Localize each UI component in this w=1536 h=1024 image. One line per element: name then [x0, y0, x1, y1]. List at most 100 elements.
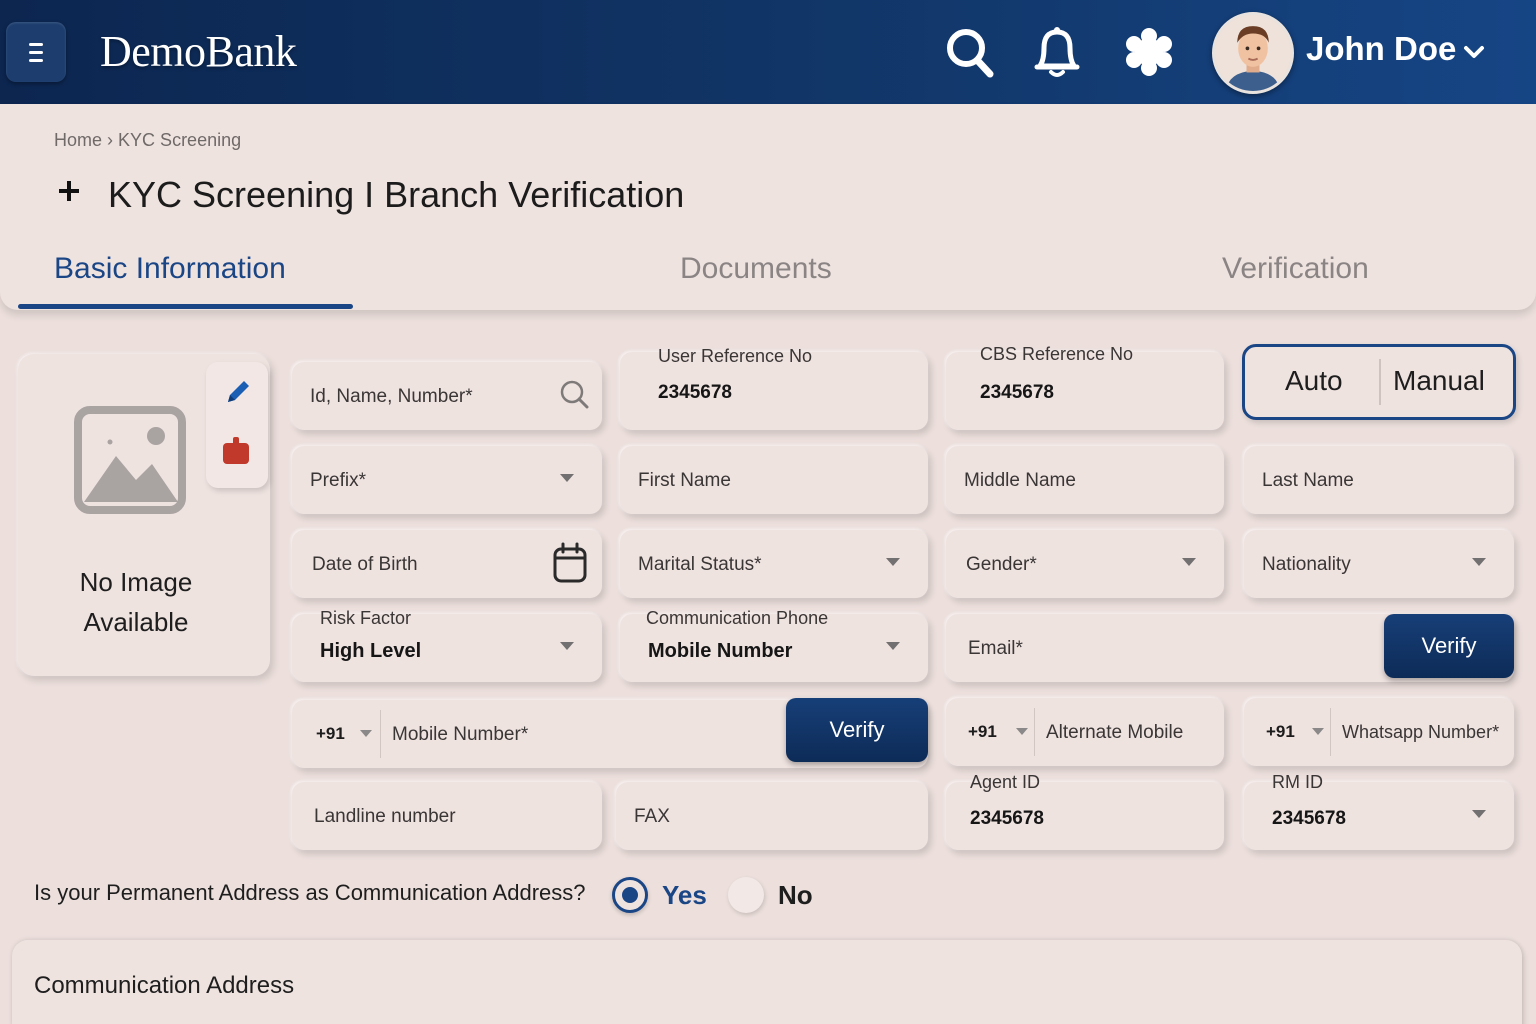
toggle-divider [1379, 359, 1381, 405]
risk-factor-value: High Level [320, 640, 422, 662]
communication-address-title: Communication Address [34, 972, 295, 999]
divider [1330, 708, 1331, 756]
first-name-input[interactable]: First Name [620, 446, 928, 514]
user-reference-field[interactable]: User Reference No 2345678 [620, 346, 928, 430]
search-icon[interactable] [558, 378, 590, 410]
dropdown-caret-icon [886, 642, 900, 650]
search-input[interactable]: Id, Name, Number* [292, 362, 602, 430]
divider [1034, 708, 1035, 756]
nationality-placeholder: Nationality [1262, 554, 1351, 575]
user-avatar[interactable] [1212, 12, 1294, 94]
toggle-auto[interactable]: Auto [1285, 365, 1343, 397]
last-name-placeholder: Last Name [1262, 470, 1354, 491]
fax-input[interactable]: FAX [616, 782, 928, 850]
marital-status-placeholder: Marital Status* [638, 554, 762, 575]
brand-logo: DemoBank [100, 27, 297, 76]
gear-icon[interactable] [1122, 24, 1176, 80]
no-image-text: No Image Available [18, 562, 254, 642]
tab-verification[interactable]: Verification [1222, 252, 1369, 286]
communication-phone-value: Mobile Number [648, 640, 793, 662]
radio-yes-label[interactable]: Yes [662, 880, 707, 911]
trash-icon[interactable] [220, 434, 252, 466]
email-placeholder: Email* [968, 638, 1023, 659]
rm-id-select[interactable]: RM ID 2345678 [1244, 772, 1514, 850]
middle-name-input[interactable]: Middle Name [946, 446, 1224, 514]
radio-no[interactable] [728, 877, 764, 913]
dropdown-caret-icon[interactable] [1016, 728, 1028, 735]
last-name-input[interactable]: Last Name [1244, 446, 1514, 514]
cbs-reference-value: 2345678 [980, 382, 1054, 403]
divider [380, 710, 381, 758]
no-image-line: No Image [79, 567, 193, 597]
country-code[interactable]: +91 [968, 722, 997, 742]
whatsapp-number-input[interactable]: +91 Whatsapp Number* [1244, 698, 1514, 766]
communication-phone-select[interactable]: Communication Phone Mobile Number [620, 608, 928, 682]
page-title: KYC Screening I Branch Verification [108, 174, 685, 215]
fax-placeholder: FAX [634, 806, 670, 827]
risk-factor-select[interactable]: Risk Factor High Level [292, 608, 602, 682]
cbs-reference-field[interactable]: CBS Reference No 2345678 [946, 344, 1224, 430]
middle-name-placeholder: Middle Name [964, 470, 1076, 491]
pencil-icon[interactable] [222, 376, 254, 408]
toggle-manual[interactable]: Manual [1393, 365, 1485, 397]
tab-documents[interactable]: Documents [680, 252, 832, 286]
top-bar: DemoBank John Doe [0, 0, 1536, 104]
no-image-line: Available [83, 607, 189, 637]
breadcrumb: Home › KYC Screening [54, 130, 241, 151]
search-placeholder: Id, Name, Number* [310, 386, 473, 407]
alternate-mobile-placeholder: Alternate Mobile [1046, 722, 1184, 743]
verify-email-button[interactable]: Verify [1384, 614, 1514, 678]
dropdown-caret-icon [886, 558, 900, 566]
bell-icon[interactable] [1030, 24, 1084, 80]
agent-id-field[interactable]: Agent ID 2345678 [946, 772, 1224, 850]
agent-id-label: Agent ID [970, 772, 1041, 792]
breadcrumb-home[interactable]: Home [54, 130, 102, 150]
prefix-select[interactable]: Prefix* [292, 446, 602, 514]
menu-line [29, 42, 43, 46]
rm-id-label: RM ID [1272, 772, 1323, 792]
nationality-select[interactable]: Nationality [1244, 530, 1514, 598]
menu-line [29, 50, 43, 54]
breadcrumb-separator: › [107, 130, 114, 150]
search-icon[interactable] [942, 24, 996, 80]
landline-placeholder: Landline number [314, 806, 456, 827]
dropdown-caret-icon [560, 474, 574, 482]
first-name-placeholder: First Name [638, 470, 731, 491]
chevron-down-icon[interactable] [1462, 40, 1486, 64]
radio-no-label[interactable]: No [778, 880, 813, 911]
whatsapp-placeholder: Whatsapp Number* [1342, 722, 1500, 742]
hamburger-menu-button[interactable] [6, 22, 66, 82]
alternate-mobile-input[interactable]: +91 Alternate Mobile [946, 698, 1224, 766]
dropdown-caret-icon[interactable] [360, 730, 372, 737]
user-reference-label: User Reference No [658, 346, 813, 366]
address-question: Is your Permanent Address as Communicati… [34, 880, 586, 905]
country-code[interactable]: +91 [316, 724, 345, 744]
marital-status-select[interactable]: Marital Status* [620, 530, 928, 598]
verify-mobile-button[interactable]: Verify [786, 698, 928, 762]
user-reference-value: 2345678 [658, 382, 732, 403]
gender-select[interactable]: Gender* [946, 530, 1224, 598]
auto-manual-toggle: Auto Manual [1242, 344, 1516, 420]
menu-line [29, 58, 43, 62]
image-placeholder-icon [74, 406, 186, 514]
mobile-placeholder: Mobile Number* [392, 724, 529, 745]
agent-id-value: 2345678 [970, 808, 1044, 829]
dropdown-caret-icon [1472, 558, 1486, 566]
landline-input[interactable]: Landline number [292, 782, 602, 850]
breadcrumb-current: KYC Screening [118, 130, 242, 150]
user-name[interactable]: John Doe [1306, 30, 1456, 68]
date-of-birth-input[interactable]: Date of Birth [292, 530, 602, 598]
gender-placeholder: Gender* [966, 554, 1037, 575]
country-code[interactable]: +91 [1266, 722, 1295, 742]
calendar-icon[interactable] [552, 542, 588, 584]
risk-factor-label: Risk Factor [320, 608, 412, 628]
dropdown-caret-icon [1182, 558, 1196, 566]
active-tab-indicator [18, 304, 353, 309]
radio-yes[interactable] [612, 877, 648, 913]
dropdown-caret-icon [1472, 810, 1486, 818]
prefix-placeholder: Prefix* [310, 470, 366, 491]
communication-phone-label: Communication Phone [646, 608, 829, 628]
dropdown-caret-icon[interactable] [1312, 728, 1324, 735]
tab-basic-information[interactable]: Basic Information [54, 252, 286, 286]
rm-id-value: 2345678 [1272, 808, 1346, 829]
